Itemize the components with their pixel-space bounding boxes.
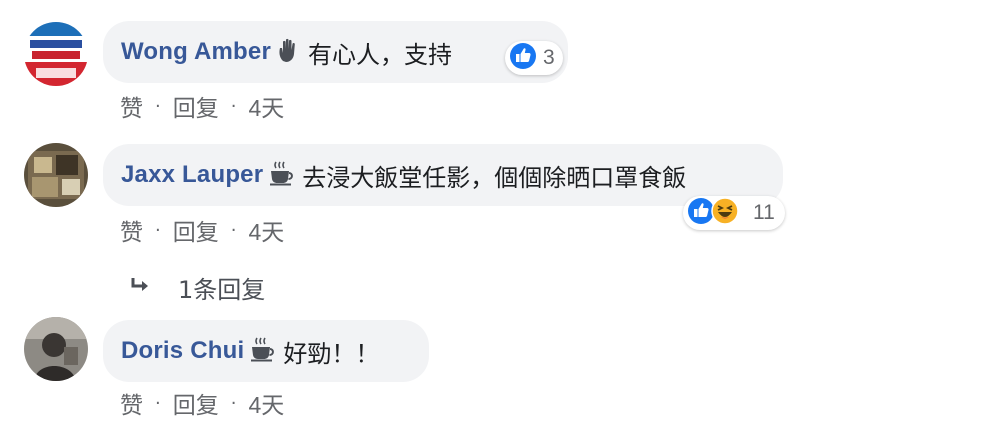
replies-count-label: 1条回复 xyxy=(178,276,266,304)
separator: · xyxy=(155,95,161,117)
coffee-icon xyxy=(249,336,277,366)
haha-icon xyxy=(711,197,739,229)
separator: · xyxy=(230,392,237,414)
reaction-count: 11 xyxy=(753,201,775,224)
like-link[interactable]: 赞 xyxy=(120,89,143,123)
separator: · xyxy=(155,219,161,241)
view-replies-link[interactable]: 1条回复 xyxy=(130,270,265,305)
avatar[interactable] xyxy=(24,22,88,86)
timestamp-link[interactable]: 4天 xyxy=(248,89,284,123)
reply-link[interactable]: 回复 xyxy=(173,213,219,247)
author-name[interactable]: Wong Amber xyxy=(121,38,271,66)
like-link[interactable]: 赞 xyxy=(120,386,143,420)
reaction-count: 3 xyxy=(543,46,555,69)
hand-wave-icon xyxy=(276,37,302,67)
comment-bubble: Wong Amber 有心人，支持 xyxy=(103,21,568,83)
separator: · xyxy=(230,95,237,117)
reply-link[interactable]: 回复 xyxy=(173,386,219,420)
reply-link[interactable]: 回复 xyxy=(173,89,219,123)
reaction-summary[interactable]: 3 xyxy=(505,41,563,75)
comment-text: 有心人，支持 xyxy=(308,40,452,69)
comment-text: 去浸大飯堂任影，個個除晒口罩食飯 xyxy=(302,163,687,192)
separator: · xyxy=(230,219,237,241)
separator: · xyxy=(155,392,161,414)
timestamp-link[interactable]: 4天 xyxy=(248,213,284,247)
reaction-summary[interactable]: 11 xyxy=(683,196,785,230)
comment-bubble: Jaxx Lauper 去浸大飯堂任影，個個除晒口罩食飯 xyxy=(103,144,783,206)
author-name[interactable]: Jaxx Lauper xyxy=(121,161,263,189)
comment-actions: 赞 · 回复 · 4天 xyxy=(120,386,284,420)
avatar[interactable] xyxy=(24,143,88,207)
author-name[interactable]: Doris Chui xyxy=(121,337,244,365)
comment-text: 好勁！！ xyxy=(283,339,380,368)
comment-actions: 赞 · 回复 · 4天 xyxy=(120,89,284,123)
comment-bubble: Doris Chui 好勁！！ xyxy=(103,320,429,382)
coffee-icon xyxy=(268,160,296,190)
comment-actions: 赞 · 回复 · 4天 xyxy=(120,213,284,247)
avatar[interactable] xyxy=(24,317,88,381)
like-link[interactable]: 赞 xyxy=(120,213,143,247)
reply-arrow-icon xyxy=(130,274,152,302)
timestamp-link[interactable]: 4天 xyxy=(248,386,284,420)
like-icon xyxy=(509,42,537,74)
